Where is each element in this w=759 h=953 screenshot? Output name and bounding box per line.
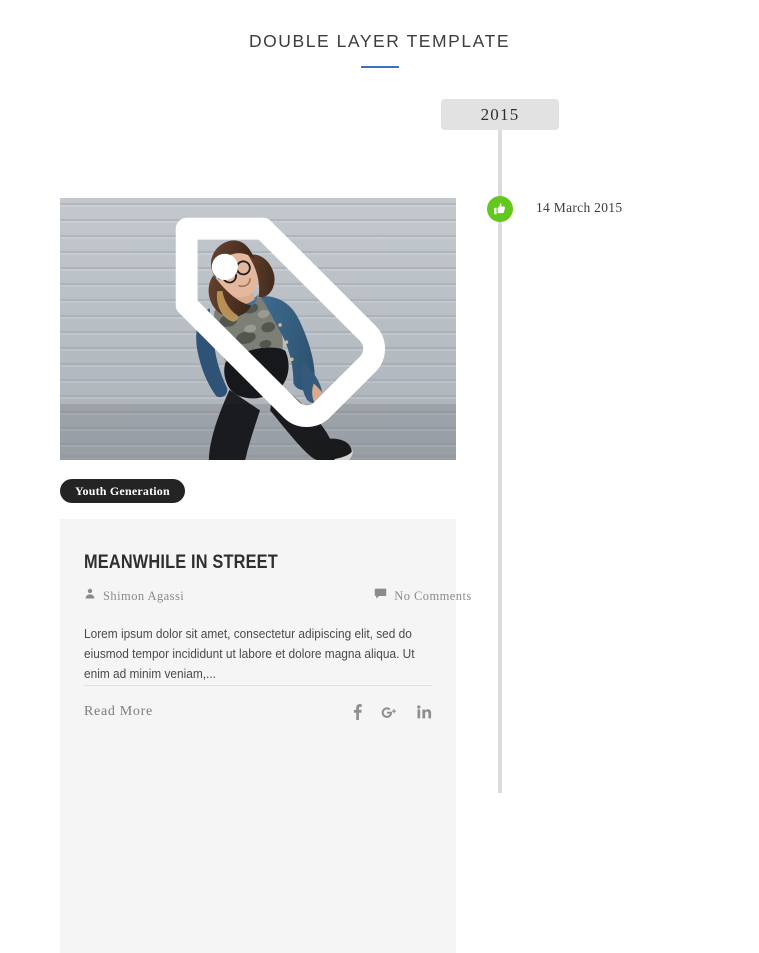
post-excerpt: Lorem ipsum dolor sit amet, consectetur … <box>84 626 415 681</box>
post-card-footer: Read More <box>84 697 432 727</box>
timeline-entry-date: 14 March 2015 <box>536 200 623 215</box>
comment-icon <box>374 587 387 605</box>
post-author-name: Shimon Agassi <box>103 588 185 603</box>
post-comments[interactable]: No Comments <box>374 587 472 605</box>
post-featured-image[interactable]: Lifestyle/Meeting/Work <box>60 198 456 460</box>
page-title: DOUBLE LAYER TEMPLATE <box>248 31 511 51</box>
timeline-marker[interactable] <box>487 196 513 222</box>
google-plus-icon[interactable] <box>381 705 398 720</box>
post-entry: Lifestyle/Meeting/Work Youth Generation … <box>60 198 471 953</box>
post-category-badge[interactable]: Youth Generation <box>60 479 185 503</box>
title-underline-rule <box>360 66 399 68</box>
thumbs-up-icon <box>493 202 507 216</box>
post-category-label: Youth Generation <box>75 483 170 498</box>
social-share-row <box>353 704 432 720</box>
post-author[interactable]: Shimon Agassi <box>84 587 184 605</box>
card-divider <box>84 685 432 686</box>
timeline-year-pill[interactable]: 2015 <box>441 99 559 130</box>
post-tag-list: Lifestyle/Meeting/Work <box>76 198 456 447</box>
user-icon <box>84 587 96 605</box>
post-meta: Shimon Agassi No Comments <box>84 587 471 605</box>
linkedin-icon[interactable] <box>417 705 432 719</box>
facebook-icon[interactable] <box>353 704 362 720</box>
timeline-year-label: 2015 <box>480 104 520 124</box>
tag-icon <box>76 198 456 447</box>
page-header: DOUBLE LAYER TEMPLATE <box>0 30 759 68</box>
post-comments-label: No Comments <box>394 588 472 603</box>
post-content-card: MEANWHILE IN STREET Shimon Agassi No Com… <box>60 519 471 953</box>
read-more-link[interactable]: Read More <box>84 704 153 720</box>
post-title[interactable]: MEANWHILE IN STREET <box>84 551 383 575</box>
